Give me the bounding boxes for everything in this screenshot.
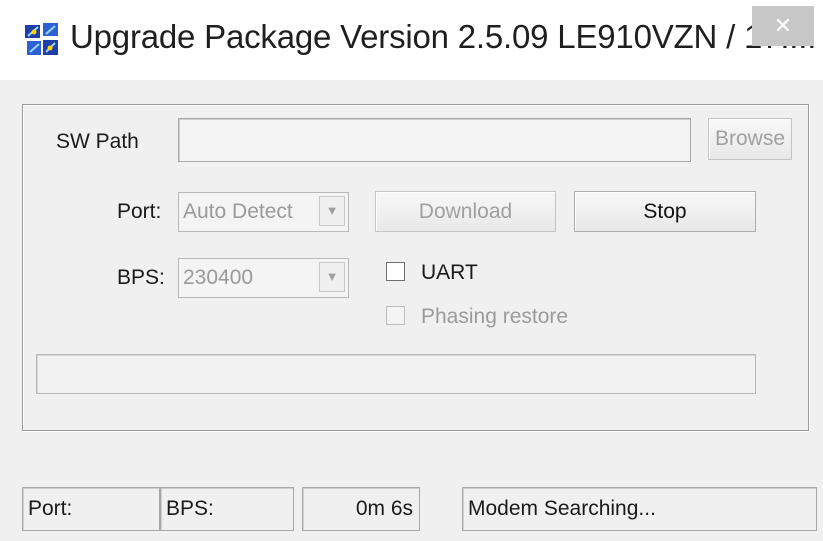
title-bar[interactable]: Upgrade Package Version 2.5.09 LE910VZN … xyxy=(0,0,823,80)
bps-label: BPS: xyxy=(117,266,165,289)
bps-selected-value: 230400 xyxy=(183,266,254,289)
port-select[interactable]: Auto Detect ▼ xyxy=(178,192,349,232)
browse-button[interactable]: Browse xyxy=(708,118,792,160)
app-icon xyxy=(24,22,60,58)
status-message: Modem Searching... xyxy=(462,487,817,531)
phasing-restore-checkbox[interactable] xyxy=(386,306,405,325)
bps-select[interactable]: 230400 ▼ xyxy=(178,258,349,298)
sw-path-input[interactable] xyxy=(178,118,691,162)
window-title: Upgrade Package Version 2.5.09 LE910VZN … xyxy=(70,18,817,55)
phasing-restore-label: Phasing restore xyxy=(421,305,569,328)
close-button[interactable]: ✕ xyxy=(752,6,814,46)
port-selected-value: Auto Detect xyxy=(183,200,293,223)
status-elapsed-time: 0m 6s xyxy=(302,487,420,531)
close-icon: ✕ xyxy=(773,13,793,38)
sw-path-label: SW Path xyxy=(56,130,139,153)
upgrade-window: Upgrade Package Version 2.5.09 LE910VZN … xyxy=(0,0,823,541)
menu-separator xyxy=(0,80,823,104)
status-bar: Port: BPS: 0m 6s Modem Searching... xyxy=(22,487,817,531)
download-progress-bar xyxy=(36,354,756,394)
stop-button[interactable]: Stop xyxy=(574,191,756,232)
chevron-down-icon[interactable]: ▼ xyxy=(319,196,345,226)
port-label: Port: xyxy=(117,200,162,223)
chevron-down-icon[interactable]: ▼ xyxy=(319,262,345,292)
status-port: Port: xyxy=(22,487,160,531)
uart-label: UART xyxy=(421,261,478,284)
status-bps: BPS: xyxy=(160,487,294,531)
download-button[interactable]: Download xyxy=(375,191,556,232)
uart-checkbox[interactable] xyxy=(386,262,405,281)
